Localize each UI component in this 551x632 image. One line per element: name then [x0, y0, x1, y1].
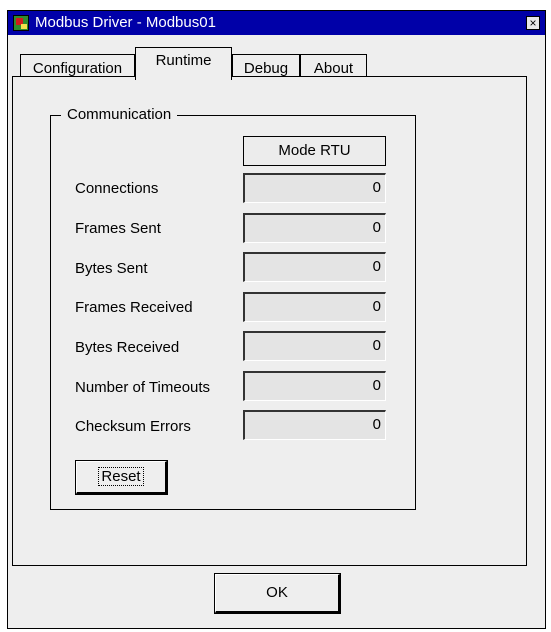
checksum-errors-value: 0	[243, 410, 386, 440]
ok-button[interactable]: OK	[214, 573, 341, 614]
frames-received-value: 0	[243, 292, 386, 322]
bytes-sent-value: 0	[243, 252, 386, 282]
communication-legend: Communication	[61, 105, 178, 125]
checksum-errors-label: Checksum Errors	[75, 418, 191, 435]
communication-group: Communication Mode RTU Connections 0 Fra…	[50, 105, 416, 510]
bytes-received-label: Bytes Received	[75, 339, 180, 356]
reset-button-label: Reset	[98, 467, 144, 486]
close-button[interactable]: ×	[526, 16, 540, 30]
bytes-received-value: 0	[243, 331, 386, 361]
frames-sent-value: 0	[243, 213, 386, 243]
frames-sent-label: Frames Sent	[75, 220, 161, 237]
bytes-sent-label: Bytes Sent	[75, 260, 148, 277]
timeouts-label: Number of Timeouts	[75, 379, 211, 396]
window-title: Modbus Driver - Modbus01	[35, 14, 216, 31]
title-bar[interactable]: Modbus Driver - Modbus01 ×	[8, 11, 545, 35]
connections-label: Connections	[75, 180, 159, 197]
app-icon	[13, 15, 29, 31]
runtime-tab-panel: Communication Mode RTU Connections 0 Fra…	[12, 76, 527, 566]
connections-value: 0	[243, 173, 386, 203]
tab-runtime[interactable]: Runtime	[135, 47, 232, 80]
mode-indicator: Mode RTU	[243, 136, 386, 166]
frames-received-label: Frames Received	[75, 299, 193, 316]
timeouts-value: 0	[243, 371, 386, 401]
reset-button[interactable]: Reset	[75, 460, 168, 495]
